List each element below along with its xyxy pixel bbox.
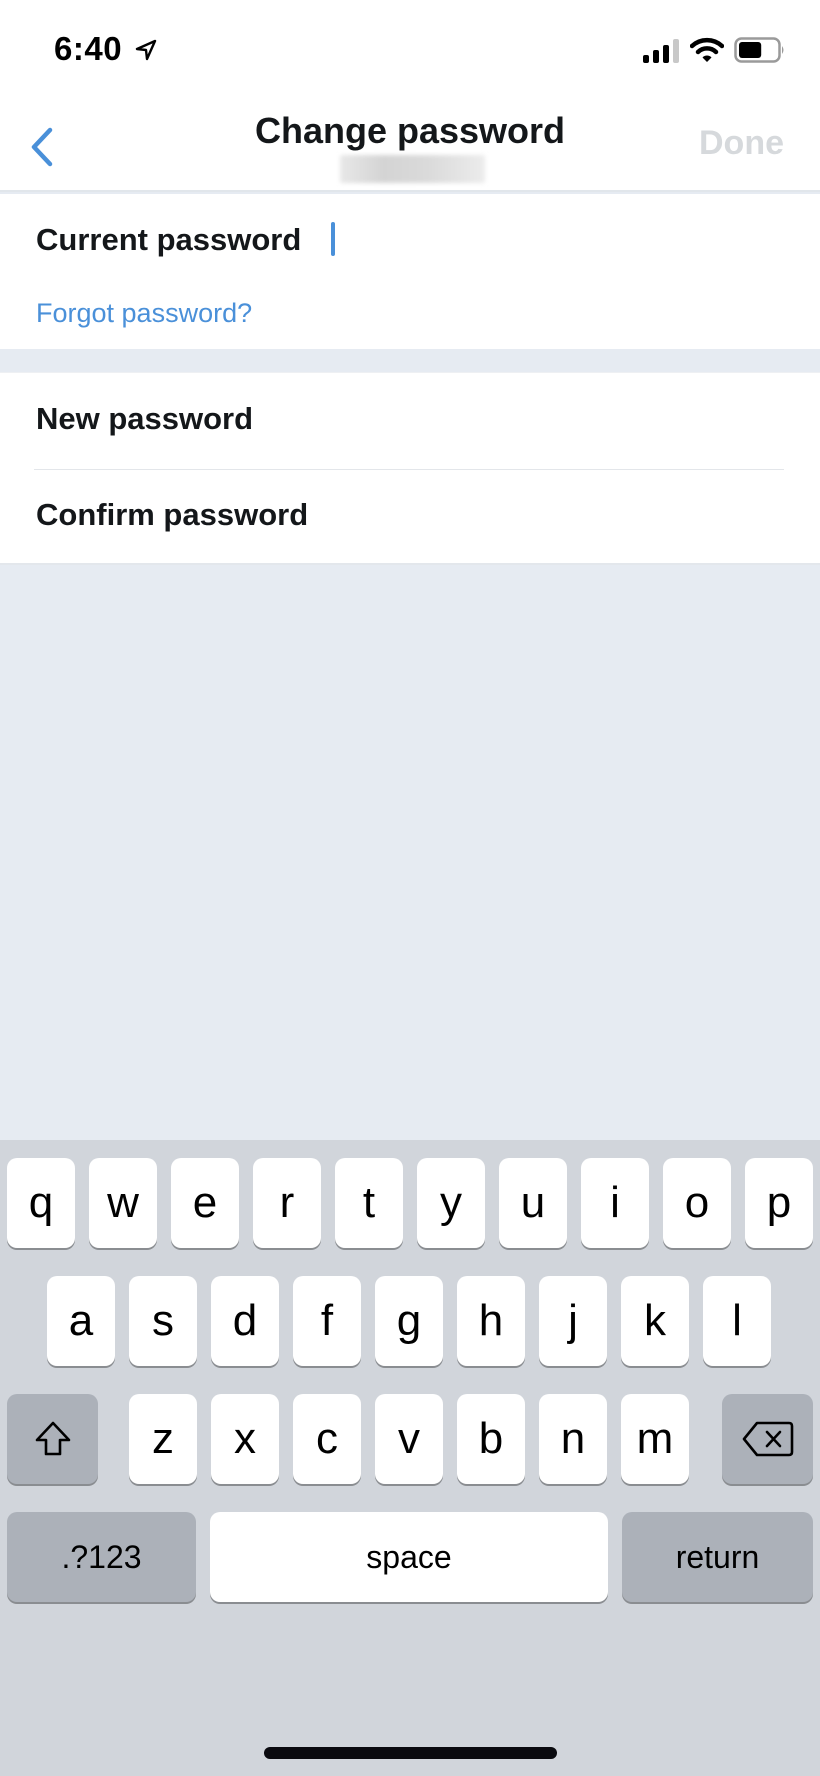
key-p[interactable]: p [745, 1158, 813, 1248]
wifi-icon [690, 37, 724, 62]
key-x[interactable]: x [211, 1394, 279, 1484]
done-button[interactable]: Done [699, 124, 784, 163]
battery-level-fill [739, 42, 762, 58]
key-n[interactable]: n [539, 1394, 607, 1484]
key-c[interactable]: c [293, 1394, 361, 1484]
key-o[interactable]: o [663, 1158, 731, 1248]
on-screen-keyboard: .?123 space return qwertyuiop asdfghjkl zx… [0, 1140, 820, 1776]
key-u[interactable]: u [499, 1158, 567, 1248]
key-r[interactable]: r [253, 1158, 321, 1248]
key-s[interactable]: s [129, 1276, 197, 1366]
battery-icon [734, 37, 784, 63]
new-password-section: New password Confirm password [0, 372, 820, 565]
key-j[interactable]: j [539, 1276, 607, 1366]
status-time: 6:40 [54, 30, 123, 67]
key-v[interactable]: v [375, 1394, 443, 1484]
key-i[interactable]: i [581, 1158, 649, 1248]
status-bar: 6:40 [0, 0, 820, 100]
key-f[interactable]: f [293, 1276, 361, 1366]
return-key[interactable]: return [622, 1512, 813, 1602]
signal-bar [643, 55, 649, 63]
key-y[interactable]: y [417, 1158, 485, 1248]
redacted-username-subtitle [340, 155, 485, 183]
key-z[interactable]: z [129, 1394, 197, 1484]
cellular-signal-icon [643, 39, 679, 63]
location-arrow-icon [135, 39, 157, 61]
backspace-icon [742, 1421, 793, 1457]
shift-key[interactable] [7, 1394, 98, 1484]
delete-key[interactable] [722, 1394, 813, 1484]
key-q[interactable]: q [7, 1158, 75, 1248]
new-password-field[interactable]: New password [36, 401, 253, 437]
key-k[interactable]: k [621, 1276, 689, 1366]
shift-arrow-icon [35, 1421, 70, 1456]
row-divider [34, 469, 784, 470]
confirm-password-field[interactable]: Confirm password [36, 497, 308, 533]
numbers-key[interactable]: .?123 [7, 1512, 196, 1602]
signal-bar [653, 50, 659, 63]
key-w[interactable]: w [89, 1158, 157, 1248]
forgot-password-link[interactable]: Forgot password? [36, 298, 252, 329]
space-key[interactable]: space [210, 1512, 608, 1602]
key-d[interactable]: d [211, 1276, 279, 1366]
key-l[interactable]: l [703, 1276, 771, 1366]
text-cursor [331, 222, 335, 256]
signal-bar [673, 39, 679, 63]
current-password-section: Current password Forgot password? [0, 194, 820, 349]
key-h[interactable]: h [457, 1276, 525, 1366]
navigation-bar: Change password Done [0, 100, 820, 192]
key-m[interactable]: m [621, 1394, 689, 1484]
key-t[interactable]: t [335, 1158, 403, 1248]
key-g[interactable]: g [375, 1276, 443, 1366]
key-a[interactable]: a [47, 1276, 115, 1366]
signal-bar [663, 45, 669, 63]
key-b[interactable]: b [457, 1394, 525, 1484]
current-password-field[interactable]: Current password [36, 222, 301, 258]
page-title: Change password [254, 110, 566, 151]
key-e[interactable]: e [171, 1158, 239, 1248]
home-indicator[interactable] [264, 1747, 557, 1759]
